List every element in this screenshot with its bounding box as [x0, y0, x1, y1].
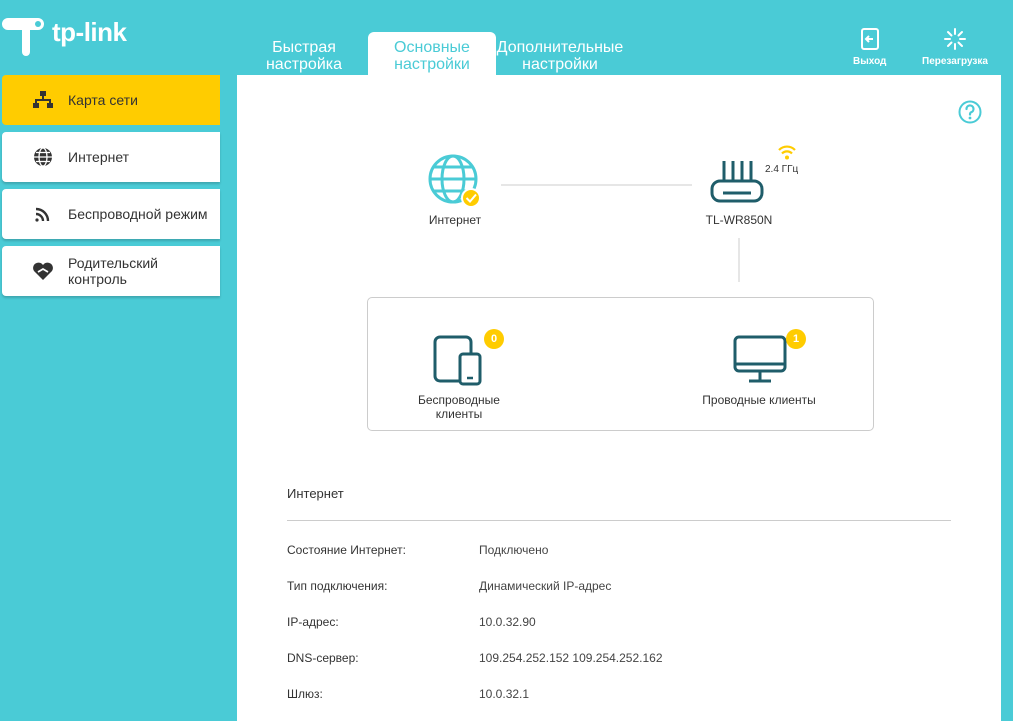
- wireless-clients-label: Беспроводные клиенты: [418, 393, 500, 421]
- parental-heart-icon: [32, 260, 54, 282]
- band-label: 2.4 ГГц: [765, 164, 799, 175]
- wireless-clients-count: 0: [484, 329, 504, 349]
- logout-icon: [860, 27, 879, 51]
- logout-label: Выход: [853, 56, 887, 67]
- divider: [287, 520, 951, 521]
- tp-link-logo: tp-link: [0, 12, 150, 58]
- info-key: DNS-сервер:: [287, 651, 359, 665]
- network-map-icon: [32, 89, 54, 111]
- network-map-lines: [501, 184, 740, 282]
- sidebar-item-parental-control[interactable]: Родительский контроль: [2, 246, 220, 296]
- info-value: 10.0.32.90: [479, 615, 536, 629]
- wired-clients-count: 1: [786, 329, 806, 349]
- info-row: DNS-сервер: 109.254.252.152 109.254.252.…: [287, 651, 951, 665]
- info-key: Состояние Интернет:: [287, 543, 406, 557]
- sidebar: Карта сети Интернет Беспроводной режим Р…: [2, 75, 220, 303]
- sidebar-item-internet[interactable]: Интернет: [2, 132, 220, 182]
- wireless-clients-node[interactable]: [432, 334, 484, 386]
- internet-node[interactable]: [427, 153, 483, 209]
- info-value: Подключено: [479, 543, 549, 557]
- logo-text: tp-link: [52, 16, 127, 47]
- router-icon: [710, 161, 764, 203]
- sidebar-item-label: Карта сети: [68, 92, 138, 108]
- reboot-button[interactable]: Перезагрузка: [922, 27, 988, 67]
- tab-quick-setup[interactable]: Быстрая настройка: [240, 32, 368, 75]
- wired-clients-label: Проводные клиенты: [702, 393, 816, 407]
- router-node[interactable]: [709, 159, 765, 207]
- wifi-signal-icon: [778, 145, 796, 160]
- info-value: 109.254.252.152 109.254.252.162: [479, 651, 663, 665]
- tp-link-logo-icon: [2, 18, 44, 56]
- tab-basic-settings[interactable]: Основные настройки: [368, 32, 496, 75]
- info-row: Тип подключения: Динамический IP-адрес: [287, 579, 951, 593]
- internet-section-title: Интернет: [287, 486, 344, 501]
- info-row: Шлюз: 10.0.32.1: [287, 687, 951, 701]
- info-key: Шлюз:: [287, 687, 323, 701]
- globe-icon: [32, 146, 54, 168]
- internet-node-label: Интернет: [428, 213, 482, 227]
- globe-node-icon: [428, 154, 481, 208]
- info-row: IP-адрес: 10.0.32.90: [287, 615, 951, 629]
- wireless-icon: [32, 203, 54, 225]
- top-tabs: Быстрая настройка Основные настройки Доп…: [240, 32, 624, 75]
- sidebar-item-label: Интернет: [68, 149, 130, 165]
- info-row: Состояние Интернет: Подключено: [287, 543, 951, 557]
- sidebar-item-label: Беспроводной режим: [68, 206, 208, 222]
- monitor-icon: [733, 335, 787, 383]
- reboot-label: Перезагрузка: [922, 56, 988, 67]
- info-value: 10.0.32.1: [479, 687, 530, 701]
- reboot-icon: [943, 27, 966, 51]
- main-panel: Интернет 2.4 ГГц TL-WR850N 0 Беспроводны…: [237, 75, 1001, 721]
- info-key: Тип подключения:: [287, 579, 388, 593]
- router-model-label: TL-WR850N: [705, 213, 773, 227]
- info-value: Динамический IP-адрес: [479, 579, 612, 593]
- logout-button[interactable]: Выход: [853, 27, 886, 67]
- sidebar-item-network-map[interactable]: Карта сети: [2, 75, 220, 125]
- tab-advanced-settings[interactable]: Дополнительные настройки: [496, 32, 624, 75]
- sidebar-item-label: Родительский контроль: [68, 255, 158, 287]
- tablet-phone-icon: [433, 335, 482, 386]
- wired-clients-node[interactable]: [732, 334, 788, 386]
- sidebar-item-wireless[interactable]: Беспроводной режим: [2, 189, 220, 239]
- info-key: IP-адрес:: [287, 615, 339, 629]
- clients-panel: 0 Беспроводные клиенты 1 Проводные клиен…: [367, 297, 874, 431]
